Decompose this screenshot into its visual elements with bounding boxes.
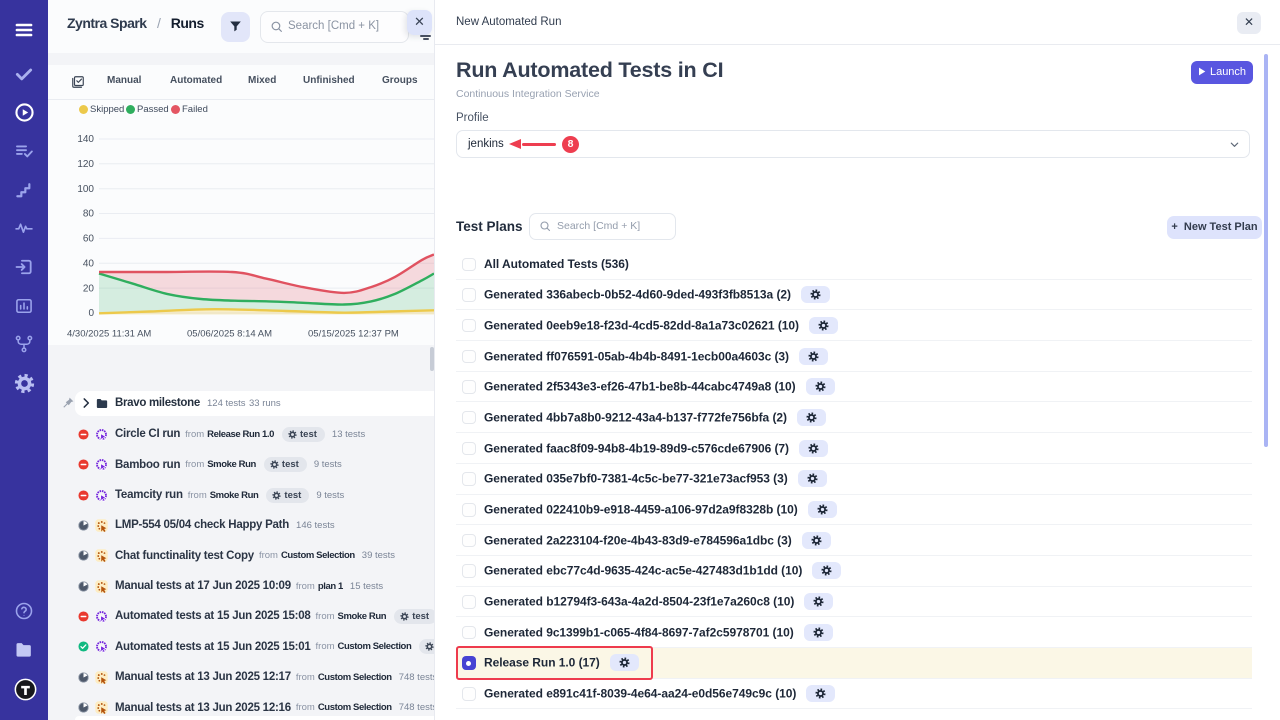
svg-text:0: 0 [88,308,94,319]
svg-text:100: 100 [77,184,94,195]
svg-text:120: 120 [77,159,94,170]
svg-text:05/15/2025 12:37 PM: 05/15/2025 12:37 PM [308,329,399,340]
svg-text:80: 80 [83,209,95,220]
svg-text:60: 60 [83,234,95,245]
svg-text:140: 140 [77,134,94,145]
svg-text:05/06/2025 8:14 AM: 05/06/2025 8:14 AM [187,329,272,340]
svg-text:20: 20 [83,283,95,294]
svg-text:40: 40 [83,258,95,269]
svg-text:4/30/2025 11:31 AM: 4/30/2025 11:31 AM [67,329,151,340]
